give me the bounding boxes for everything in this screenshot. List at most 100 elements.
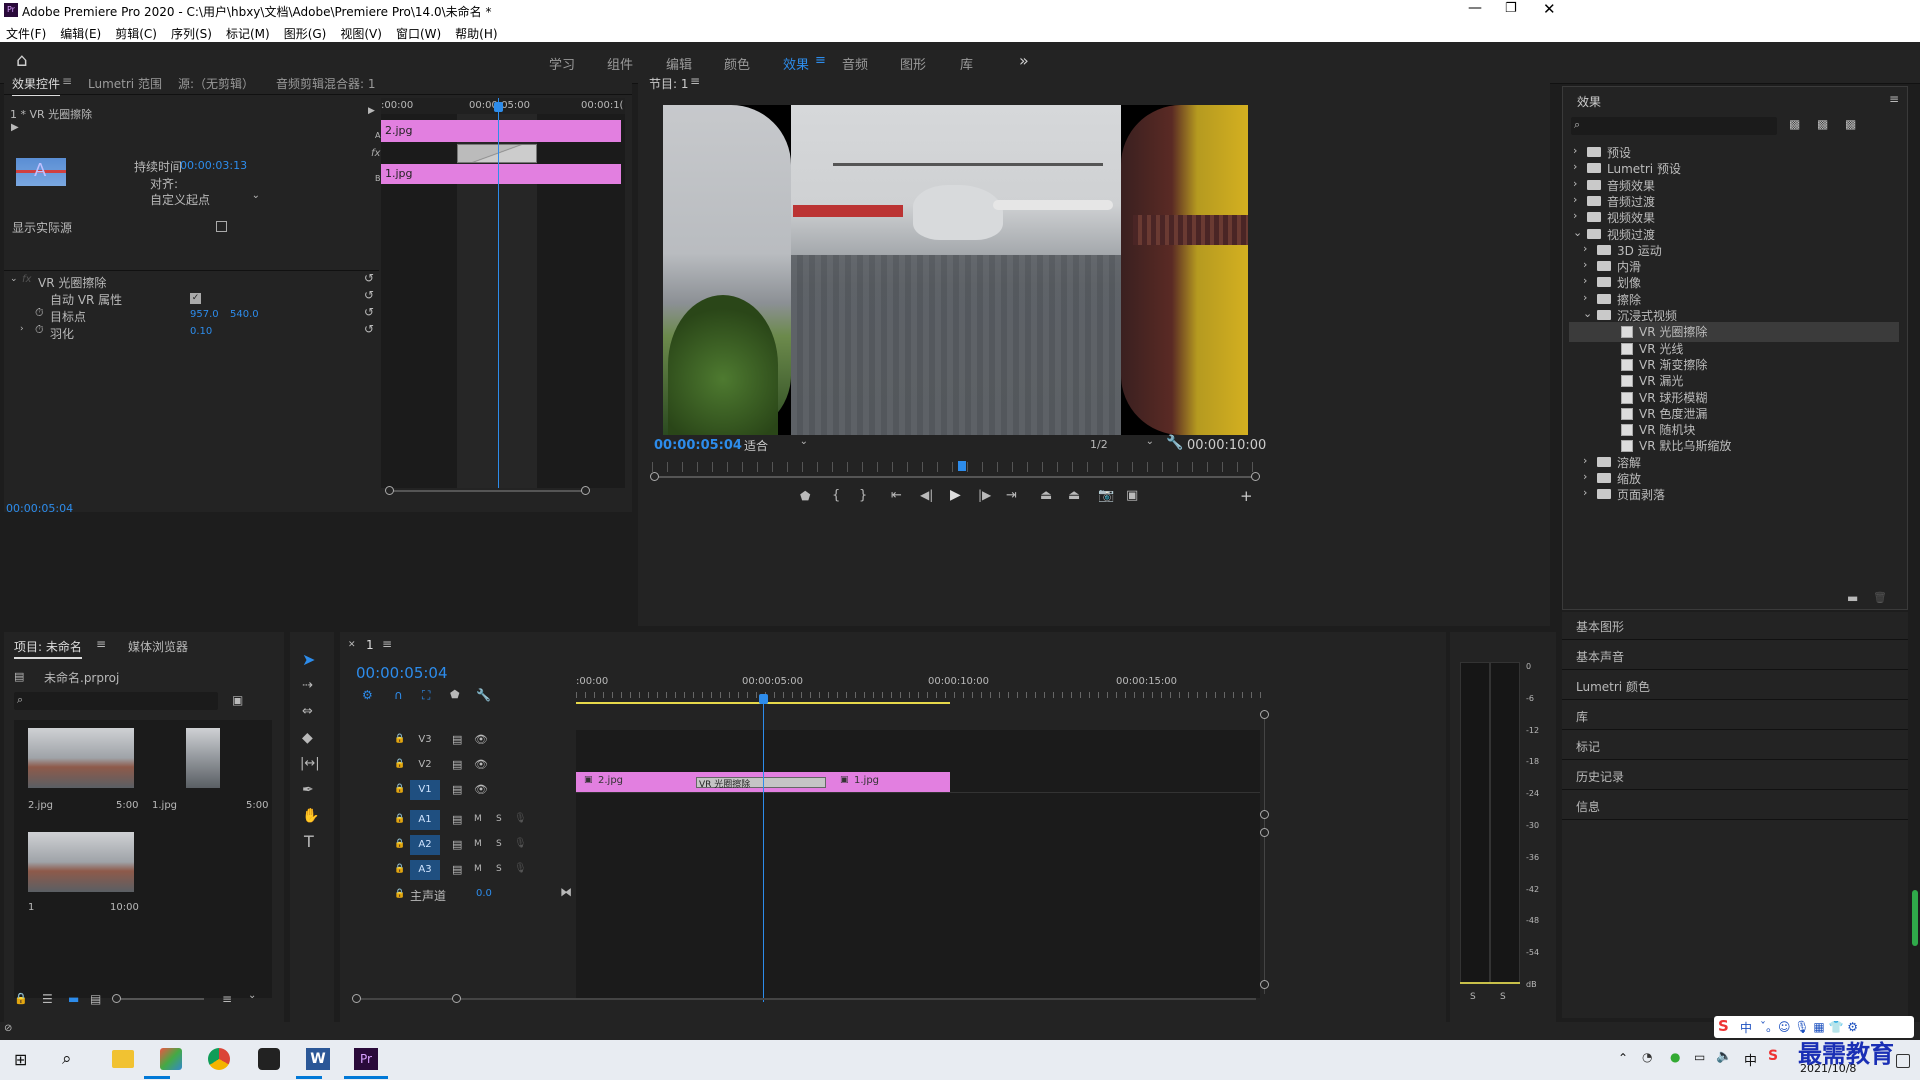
sequence-tab[interactable]: 1 bbox=[366, 638, 374, 652]
menu-item[interactable]: 标记(M) bbox=[226, 27, 270, 41]
menu-item[interactable]: 编辑(E) bbox=[60, 27, 101, 41]
selection-tool-icon[interactable]: ➤ bbox=[302, 650, 315, 669]
ec-mini-timeline[interactable]: :00:00 00:00:05:00 00:00:1( A 2.jpg fx B… bbox=[371, 98, 625, 488]
chevron-right-icon[interactable]: › bbox=[1583, 291, 1587, 304]
menu-item[interactable]: 窗口(W) bbox=[396, 27, 441, 41]
chevron-right-icon[interactable]: › bbox=[1573, 177, 1577, 190]
program-tab[interactable]: 节目: 1 bbox=[649, 75, 689, 92]
sync-lock-icon[interactable]: ▤ bbox=[452, 758, 462, 771]
chevron-right-icon[interactable]: › bbox=[1583, 454, 1587, 467]
panel-menu-icon[interactable]: ≡ bbox=[1889, 92, 1899, 106]
ec-clip-a[interactable]: 2.jpg bbox=[381, 120, 621, 142]
step-back-icon[interactable]: ◀| bbox=[920, 488, 933, 502]
ec-clip-b[interactable]: 1.jpg bbox=[381, 164, 621, 184]
freeform-view-icon[interactable]: ▤ bbox=[90, 992, 101, 1006]
ec-playhead[interactable] bbox=[498, 98, 499, 488]
chrome-icon[interactable] bbox=[208, 1048, 230, 1070]
chevron-right-icon[interactable]: › bbox=[1583, 274, 1587, 287]
side-panel-header[interactable]: 历史记录 bbox=[1562, 762, 1908, 790]
timeline-transition[interactable]: VR 光圈擦除 bbox=[696, 777, 826, 790]
program-zoom-bar[interactable] bbox=[650, 472, 1260, 481]
tab-effect-controls[interactable]: 效果控件 bbox=[12, 75, 61, 96]
lock-icon[interactable]: 🔒 bbox=[394, 784, 405, 794]
add-marker-icon[interactable]: ⬟ bbox=[800, 489, 810, 503]
timeline-ruler[interactable]: :00:00 00:00:05:00 00:00:10:00 00:00:15:… bbox=[576, 672, 1266, 706]
program-time-ruler[interactable] bbox=[652, 462, 1258, 472]
track-select-tool-icon[interactable]: ⇢ bbox=[302, 678, 313, 693]
track-header[interactable]: 🔒 A2 ▤ M S 🎙 bbox=[348, 835, 576, 857]
sync-lock-icon[interactable]: ▤ bbox=[452, 733, 462, 746]
reset-icon[interactable]: ↺ bbox=[364, 322, 374, 336]
zoom-slider[interactable] bbox=[112, 994, 204, 1003]
close-sequence-icon[interactable]: ✕ bbox=[348, 640, 356, 650]
timeline-timecode[interactable]: 00:00:05:04 bbox=[356, 664, 448, 682]
reset-icon[interactable]: ↺ bbox=[364, 288, 374, 302]
menu-item[interactable]: 序列(S) bbox=[171, 27, 212, 41]
track-label[interactable]: V2 bbox=[410, 755, 440, 775]
target-x-value[interactable]: 957.0 bbox=[190, 309, 219, 320]
auto-vr-checkbox[interactable]: ✓ bbox=[190, 293, 201, 304]
add-button-icon[interactable]: + bbox=[1240, 487, 1253, 505]
solo-button[interactable]: S bbox=[1500, 992, 1506, 1002]
master-track-header[interactable]: 🔒 主声道 0.0 ⧓ bbox=[348, 885, 576, 907]
menu-item[interactable]: 视图(V) bbox=[340, 27, 382, 41]
eye-icon[interactable]: 👁 bbox=[474, 783, 488, 796]
align-dropdown[interactable]: 自定义起点 ⌄ bbox=[146, 190, 262, 207]
accelerated-effects-icon[interactable]: ▩ bbox=[1789, 117, 1800, 131]
slip-tool-icon[interactable]: |↔| bbox=[300, 756, 320, 771]
fit-dropdown[interactable]: 适合 ⌄ bbox=[742, 436, 808, 454]
icon-view-icon[interactable]: ▬ bbox=[68, 992, 79, 1006]
collapse-icon[interactable]: ⌄ bbox=[10, 274, 18, 284]
type-tool-icon[interactable]: T bbox=[304, 832, 314, 851]
menu-item[interactable]: 文件(F) bbox=[6, 27, 46, 41]
reset-icon[interactable]: ↺ bbox=[364, 271, 374, 285]
chevron-down-icon[interactable]: ⌄ bbox=[248, 990, 256, 1001]
nest-icon[interactable]: ⚙ bbox=[362, 688, 373, 702]
chevron-right-icon[interactable]: › bbox=[1583, 470, 1587, 483]
linked-selection-icon[interactable]: ⛶ bbox=[422, 688, 430, 703]
mic-icon[interactable]: 🎙 bbox=[514, 813, 527, 824]
side-panel-header[interactable]: 信息 bbox=[1562, 792, 1908, 820]
solo-button[interactable]: S bbox=[496, 864, 502, 874]
list-view-icon[interactable]: ☰ bbox=[42, 992, 53, 1006]
lock-icon[interactable]: 🔒 bbox=[394, 839, 405, 849]
panel-menu-icon[interactable]: ≡ bbox=[62, 74, 72, 88]
track-label[interactable]: V1 bbox=[410, 780, 440, 800]
ec-zoom-scrollbar[interactable] bbox=[385, 486, 590, 495]
side-panel-header[interactable]: 标记 bbox=[1562, 732, 1908, 760]
wrench-icon[interactable]: 🔧 bbox=[476, 688, 491, 702]
tab-lumetri-scopes[interactable]: Lumetri 范围 bbox=[88, 75, 162, 92]
mark-in-icon[interactable]: { bbox=[832, 488, 840, 503]
restore-button[interactable]: ❐ bbox=[1505, 1, 1517, 16]
menu-item[interactable]: 剪辑(C) bbox=[115, 27, 157, 41]
notification-icon[interactable] bbox=[1896, 1054, 1910, 1068]
sogou-icon[interactable]: S bbox=[1768, 1048, 1778, 1064]
lock-icon[interactable]: 🔒 bbox=[394, 889, 405, 899]
reset-icon[interactable]: ↺ bbox=[364, 305, 374, 319]
new-bin-icon[interactable]: ▬ bbox=[1847, 591, 1858, 605]
lock-icon[interactable]: 🔒 bbox=[394, 734, 405, 744]
eye-icon[interactable]: 👁 bbox=[474, 758, 488, 771]
tab-media-browser[interactable]: 媒体浏览器 bbox=[128, 638, 188, 655]
tab-audio-clip-mixer[interactable]: 音频剪辑混合器: 1 bbox=[276, 75, 376, 92]
side-panel-header[interactable]: 基本图形 bbox=[1562, 612, 1908, 640]
hand-tool-icon[interactable]: ✋ bbox=[302, 808, 319, 824]
pen-tool-icon[interactable]: ✒ bbox=[302, 782, 314, 798]
vscroll-handle[interactable] bbox=[1260, 710, 1269, 719]
workspace-menu-icon[interactable]: ≡ bbox=[815, 53, 826, 68]
go-to-out-icon[interactable]: ⇥ bbox=[1006, 488, 1017, 503]
show-source-checkbox[interactable] bbox=[216, 221, 227, 232]
timeline-playhead-handle[interactable] bbox=[759, 694, 768, 704]
mute-button[interactable]: M bbox=[474, 839, 482, 849]
track-header[interactable]: 🔒 A1 ▤ M S 🎙 bbox=[348, 810, 576, 832]
home-icon[interactable]: ⌂ bbox=[16, 50, 27, 71]
lock-icon[interactable]: 🔒 bbox=[14, 992, 28, 1005]
network-icon[interactable]: ▭ bbox=[1694, 1050, 1705, 1064]
ime-toolbar[interactable]: S 中 ˇ。☺ 🎙 ▦ 👕 ⚙ bbox=[1714, 1016, 1914, 1038]
step-forward-icon[interactable]: |▶ bbox=[978, 488, 991, 502]
word-icon[interactable]: W bbox=[306, 1048, 330, 1070]
lock-icon[interactable]: 🔒 bbox=[394, 814, 405, 824]
mic-icon[interactable]: 🎙 bbox=[514, 863, 527, 874]
program-timecode[interactable]: 00:00:05:04 bbox=[654, 438, 742, 453]
chevron-right-icon[interactable]: › bbox=[1573, 160, 1577, 173]
